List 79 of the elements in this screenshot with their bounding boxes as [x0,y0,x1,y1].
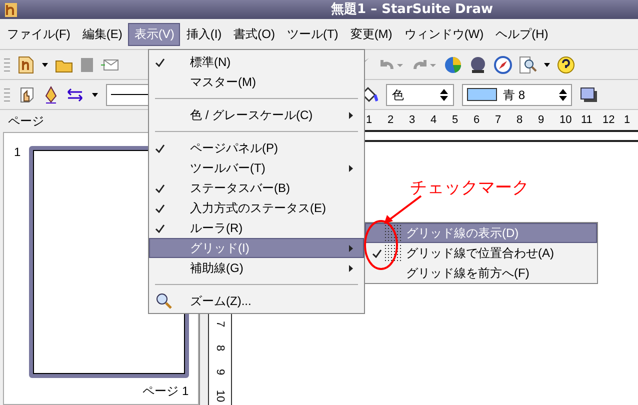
ruler-number: 7 [213,320,227,328]
check-icon [372,248,382,258]
menu-item[interactable]: ズーム(Z)... [149,291,364,311]
menu-item[interactable]: ツールバー(T) [149,158,364,178]
annotation-arrow [383,195,423,225]
new-document-icon[interactable] [17,54,35,74]
check-icon [155,224,165,232]
window-title: 無題1 – StarSuite Draw [330,0,494,19]
menu-item[interactable]: 編集(E) [76,22,128,46]
ruler-number: 11 [581,112,594,128]
ruler-number: 1 [366,112,374,128]
ruler-number: 8 [213,344,227,352]
ruler-number: 10 [213,390,227,402]
menu-item[interactable]: ルーラ(R) [149,218,364,238]
compass-icon[interactable] [494,56,512,74]
submenu-arrow-icon [349,264,353,272]
ruler-number: 12 [602,112,616,128]
ruler-number: 1 [624,112,632,128]
submenu-arrow-icon [349,164,353,172]
ruler-number: 7 [495,112,502,128]
menu-item[interactable]: 書式(O) [228,22,281,46]
ruler-number: 4 [430,112,438,128]
submenu-arrow-icon [349,112,353,118]
ruler-number: 3 [409,112,416,128]
annotation-text: チェックマーク [410,177,529,199]
menu-item[interactable]: ヘルプ(H) [490,22,554,46]
shadow-icon[interactable] [580,86,598,102]
check-icon [155,184,165,192]
menu-item[interactable]: 色 / グレースケール(C) [149,105,364,125]
magnifier-icon [155,292,173,310]
page-number: 1 [14,146,21,161]
ruler-number: 8 [516,112,524,128]
fill-color-value: 青 8 [503,86,526,104]
pie-chart-icon[interactable] [444,56,462,74]
menu-item[interactable]: グリッド線の表示(D) [365,223,597,243]
submenu-arrow-icon [349,244,353,252]
menu-item[interactable]: 標準(N) [149,52,364,72]
spinner-icon [440,88,448,100]
menu-item[interactable]: ステータスバー(B) [149,178,364,198]
app-logo-icon [4,2,18,18]
check-icon [155,204,165,212]
mail-icon[interactable] [101,58,119,72]
fill-color-dropdown[interactable]: 青 8 [462,84,572,106]
page-caption: ページ 1 [142,383,189,400]
help-icon[interactable] [557,56,575,74]
drag-handle-icon [4,86,10,104]
pen-icon[interactable] [44,86,58,104]
ruler-number: 2 [388,112,395,128]
menu-item[interactable]: 入力方式のステータス(E) [149,198,364,218]
check-icon [155,58,165,66]
area-style-dropdown[interactable]: 色 [386,84,454,106]
ruler-number: 5 [452,112,460,128]
caret-icon[interactable] [544,62,550,66]
menu-item[interactable]: グリッド線で位置合わせ(A) [365,243,597,263]
drag-handle-icon [4,56,10,74]
arrows-icon[interactable] [66,88,84,102]
menu-item[interactable]: 補助線(G) [149,258,364,278]
menu-item[interactable]: グリッド線を前方へ(F) [365,263,597,283]
ruler-number: 6 [474,112,481,128]
ruler-number: 9 [538,112,546,128]
panel-title: ページ [8,113,44,130]
ruler-number: 10 [560,112,573,128]
caret-icon[interactable] [42,62,48,66]
menu-item[interactable]: 変更(M) [344,22,398,46]
menu-item[interactable]: 挿入(I) [180,22,228,46]
hand-pointer-icon[interactable] [18,86,36,104]
menu-item[interactable]: ツール(T) [280,22,344,46]
area-style-value: 色 [392,86,404,104]
check-icon [155,144,165,152]
spinner-icon [559,88,567,100]
menu-item[interactable]: マスター(M) [149,72,364,92]
menu-item[interactable]: グリッド(I) [149,238,364,258]
magnifier-page-icon[interactable] [519,56,537,74]
menu-item[interactable]: ウィンドウ(W) [398,22,490,46]
ruler-number: 9 [213,368,227,376]
caret-icon[interactable] [92,92,98,96]
menu-item[interactable]: ページパネル(P) [149,138,364,158]
menu-item[interactable]: ファイル(F) [1,22,76,46]
annotation-circle [363,219,399,271]
